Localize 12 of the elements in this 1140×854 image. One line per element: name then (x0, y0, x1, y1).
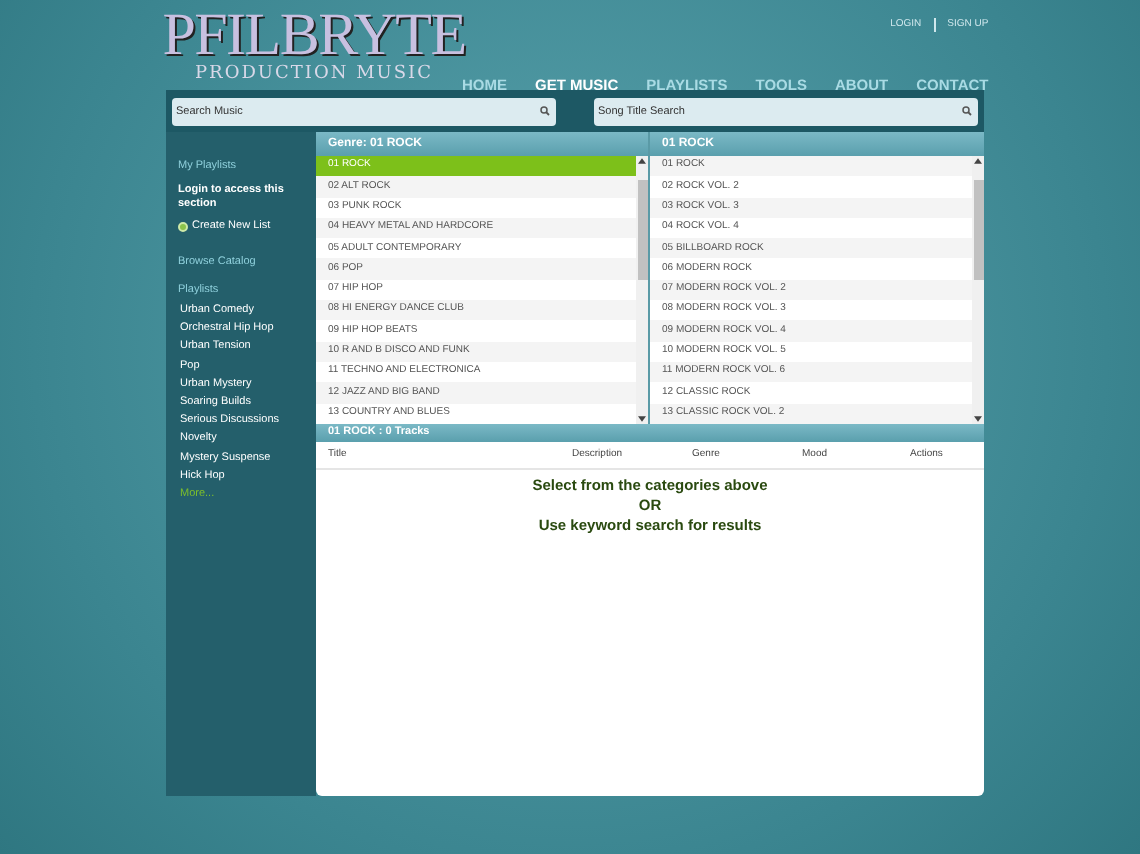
down-arrow-icon[interactable] (974, 416, 982, 422)
down-arrow-icon[interactable] (638, 416, 646, 422)
scrollbar[interactable] (636, 156, 648, 424)
scrollbar-thumb[interactable] (637, 180, 647, 280)
logo-title: PFILBRYTE (162, 8, 466, 64)
scrollbar-thumb[interactable] (973, 180, 983, 280)
search-icon[interactable] (540, 106, 550, 116)
up-arrow-icon[interactable] (638, 158, 646, 164)
up-arrow-icon[interactable] (974, 158, 982, 164)
scrollbar[interactable] (972, 156, 984, 424)
search-icon[interactable] (962, 106, 972, 116)
logo-subtitle: PRODUCTION MUSIC (195, 64, 433, 84)
